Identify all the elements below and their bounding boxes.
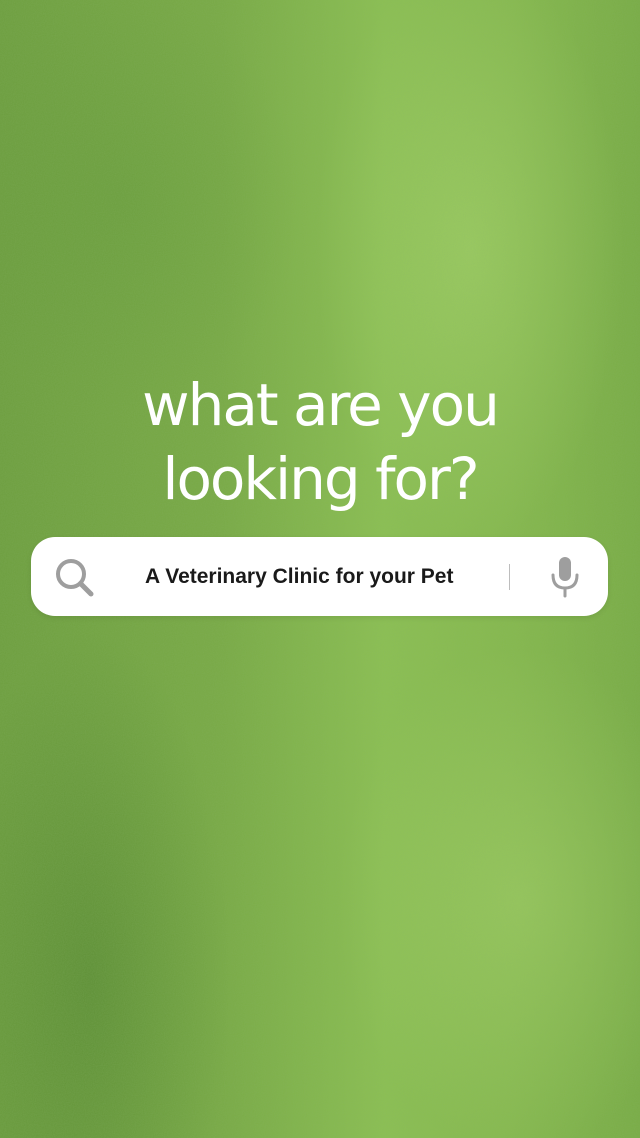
- search-bar[interactable]: A Veterinary Clinic for your Pet: [31, 537, 608, 616]
- headline: what are you looking for?: [0, 368, 640, 516]
- search-input[interactable]: A Veterinary Clinic for your Pet: [145, 537, 453, 616]
- search-icon[interactable]: [52, 555, 98, 601]
- headline-line-1: what are you: [142, 371, 500, 439]
- headline-line-2: looking for?: [162, 445, 479, 513]
- text-cursor: [509, 564, 510, 590]
- microphone-icon[interactable]: [549, 555, 581, 599]
